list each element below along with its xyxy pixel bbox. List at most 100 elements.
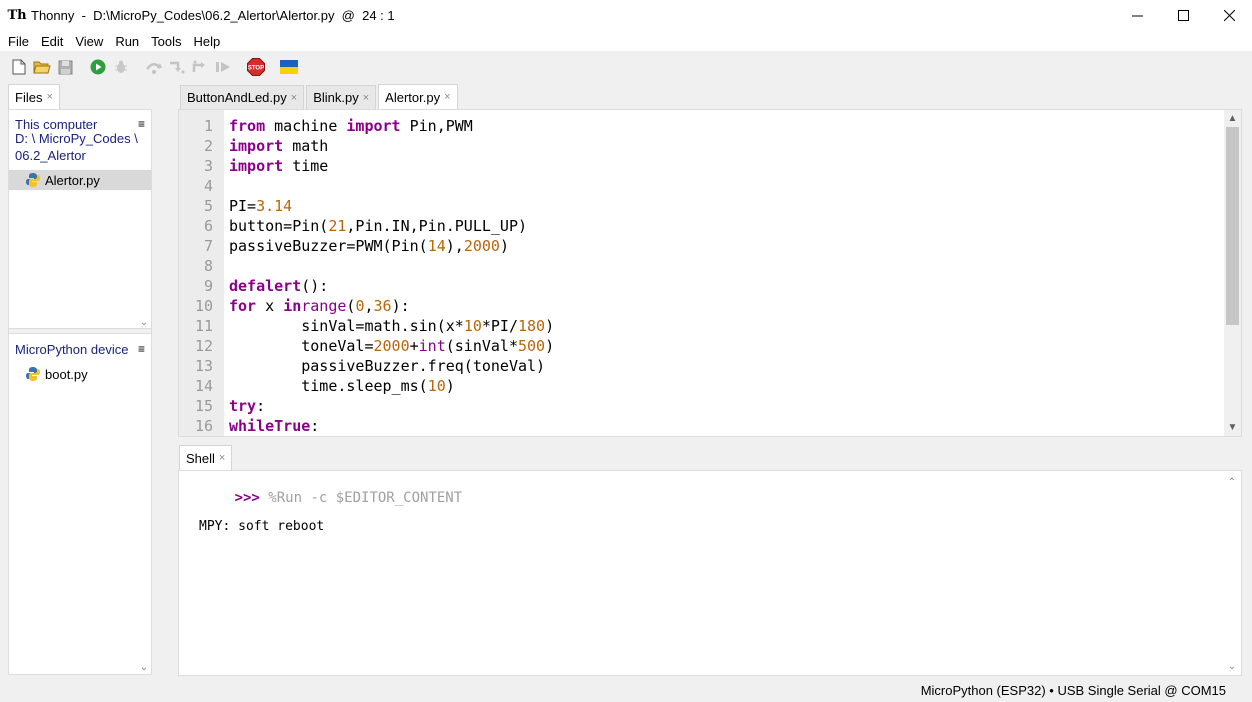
tab-label: Alertor.py [385,89,441,105]
files-tabbar: Files × [8,84,62,109]
hamburger-menu-icon[interactable]: ≡ [138,117,145,131]
line-number: 1 [203,117,213,135]
code-line: 7 passiveBuzzer=PWM(Pin(14), 2000) [204,236,1221,256]
window-title: Thonny - D:\MicroPy_Codes\06.2_Alertor\A… [31,8,395,23]
close-tab-icon[interactable]: × [444,91,450,103]
line-number: 6 [203,217,213,235]
resume-icon [216,62,230,72]
code-line: 12 toneVal= 2000 + int (sinVal* 500) [195,336,1221,356]
file-item-alertor[interactable]: Alertor.py [9,170,151,190]
shell-output: MPY: soft reboot [199,519,325,534]
line-number: 9 [203,277,213,295]
resume-button[interactable] [212,56,234,78]
run-button[interactable] [87,56,109,78]
new-file-button[interactable] [8,56,30,78]
title-bar: Th Thonny - D:\MicroPy_Codes\06.2_Alerto… [0,0,1252,31]
file-name: boot.py [45,366,88,382]
folder-open-icon [33,61,51,74]
line-number: 12 [194,337,213,355]
menu-run[interactable]: Run [109,34,145,49]
debug-button[interactable] [110,56,132,78]
toolbar: STOP [0,51,1252,83]
interpreter-status[interactable]: MicroPython (ESP32) • USB Single Serial … [921,683,1226,698]
code-editor[interactable]: 1 from machine import Pin,PWM 2 import m… [178,109,1242,437]
scroll-down-icon[interactable]: ⌄ [137,315,151,329]
menu-tools[interactable]: Tools [145,34,187,49]
maximize-button[interactable] [1160,0,1206,31]
line-number: 16 [194,417,213,435]
editor-tabbar: ButtonAndLed.py × Blink.py × Alertor.py … [180,84,460,109]
line-number: 8 [203,257,213,275]
code-line: 2 import math [204,136,1221,156]
menu-help[interactable]: Help [188,34,227,49]
code-line: 9 def alert (): [204,276,1221,296]
line-number: 3 [203,157,213,175]
step-out-icon [192,60,205,72]
line-number: 14 [194,377,213,395]
scroll-down-icon[interactable]: ⌄ [137,660,151,674]
path-segment[interactable]: 06.2_Alertor [9,147,151,164]
thonny-app-icon: Th [7,8,27,23]
close-tab-icon[interactable]: × [219,452,225,464]
status-bar: MicroPython (ESP32) • USB Single Serial … [0,678,1252,702]
scrollbar-thumb[interactable] [1226,127,1239,325]
menu-file[interactable]: File [2,34,35,49]
tab-buttonandled[interactable]: ButtonAndLed.py × [180,85,305,109]
code-line: 8 [204,256,1221,276]
step-into-icon [170,61,185,74]
code-area[interactable]: 1 from machine import Pin,PWM 2 import m… [195,116,1221,436]
scroll-down-icon[interactable]: ⌄ [1225,659,1239,673]
ukraine-flag-icon [280,60,298,74]
new-file-icon [12,59,26,75]
scroll-up-icon[interactable]: ⌃ [1225,475,1239,489]
scroll-up-icon[interactable]: ▲ [1224,110,1241,127]
stop-button[interactable]: STOP [245,56,267,78]
close-tab-icon[interactable]: × [46,91,52,103]
ukraine-support-button[interactable] [278,56,300,78]
hamburger-menu-icon[interactable]: ≡ [138,342,145,356]
step-out-button[interactable] [189,56,211,78]
line-number: 15 [194,397,213,415]
tab-blink[interactable]: Blink.py × [306,85,377,109]
code-line: 4 [204,176,1221,196]
micropython-device-header: MicroPython device ≡ [9,338,151,360]
shell-command-line: >>> %Run -c $EDITOR_CONTENT [184,474,463,522]
code-line: 15 try: [195,396,1221,416]
thonny-window: Th Thonny - D:\MicroPy_Codes\06.2_Alerto… [0,0,1252,702]
stop-icon: STOP [247,58,265,76]
menu-edit[interactable]: Edit [35,34,69,49]
code-line: 1 from machine import Pin,PWM [204,116,1221,136]
minimize-button[interactable] [1114,0,1160,31]
file-item-boot[interactable]: boot.py [9,364,151,384]
file-name: Alertor.py [45,172,100,188]
menu-view[interactable]: View [69,34,109,49]
micropython-device-label[interactable]: MicroPython device [15,342,128,357]
line-number: 13 [194,357,213,375]
step-over-button[interactable] [143,56,165,78]
editor-scrollbar[interactable]: ▲ ▼ [1224,110,1241,436]
close-button[interactable] [1206,0,1252,31]
code-line: 10 for x in range(0, 36): [195,296,1221,316]
close-tab-icon[interactable]: × [291,92,297,104]
step-over-icon [146,63,162,74]
pane-divider[interactable] [9,328,151,334]
tab-files[interactable]: Files × [8,84,60,109]
open-file-button[interactable] [31,56,53,78]
tab-shell[interactable]: Shell × [179,445,233,470]
tab-files-label: Files [15,89,43,105]
python-file-icon [26,367,40,381]
shell-panel[interactable]: >>> %Run -c $EDITOR_CONTENT MPY: soft re… [178,470,1242,676]
line-number: 10 [194,297,213,315]
line-number: 7 [203,237,213,255]
bug-icon [115,60,127,73]
save-file-button[interactable] [54,56,76,78]
tab-shell-label: Shell [186,450,215,466]
step-into-button[interactable] [166,56,188,78]
path-segment[interactable]: D: \ MicroPy_Codes \ [9,130,151,147]
tab-alertor[interactable]: Alertor.py × [378,84,458,109]
minimize-icon [1131,15,1143,17]
close-tab-icon[interactable]: × [363,92,369,104]
shell-command: %Run -c $EDITOR_CONTENT [259,490,463,506]
tab-label: Blink.py [313,90,359,105]
scroll-down-icon[interactable]: ▼ [1224,419,1241,436]
